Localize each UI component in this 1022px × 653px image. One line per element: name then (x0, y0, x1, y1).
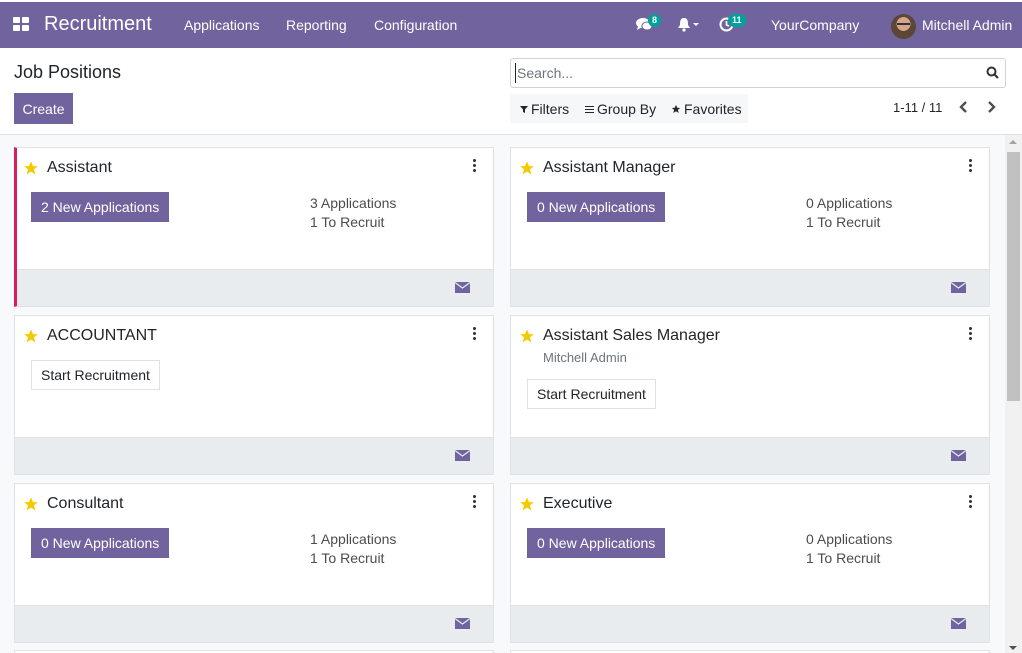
new-applications-button[interactable]: 0 New Applications (31, 528, 170, 558)
group-by-dropdown[interactable]: Group By (585, 101, 656, 117)
scroll-up-arrow-icon[interactable] (1009, 140, 1017, 144)
favorite-star-icon[interactable] (23, 496, 39, 512)
favorites-label: Favorites (684, 101, 742, 117)
job-stats: 0 Applications 1 To Recruit (806, 530, 892, 568)
favorite-star-icon[interactable] (23, 160, 39, 176)
favorites-dropdown[interactable]: Favorites (671, 101, 742, 117)
top-navbar: Recruitment Applications Reporting Confi… (0, 2, 1022, 48)
applications-count[interactable]: 3 Applications (310, 194, 396, 213)
job-card-executive[interactable]: Executive 0 New Applications 0 Applicati… (510, 483, 990, 643)
app-name[interactable]: Recruitment (44, 13, 152, 36)
envelope-icon[interactable] (455, 618, 470, 629)
messages-badge: 8 (648, 14, 662, 27)
start-recruitment-button[interactable]: Start Recruitment (527, 379, 656, 409)
pager-value[interactable]: 1-11 / 11 (893, 100, 942, 115)
envelope-icon[interactable] (951, 618, 966, 629)
new-applications-button[interactable]: 0 New Applications (527, 528, 666, 558)
filters-label: Filters (531, 101, 570, 117)
card-menu-icon[interactable] (967, 495, 973, 509)
user-menu[interactable]: Mitchell Admin (922, 17, 1012, 33)
job-card-assistant-manager[interactable]: Assistant Manager 0 New Applications 0 A… (510, 147, 990, 307)
filter-icon (520, 106, 528, 113)
job-title: Assistant (47, 159, 112, 176)
search-options-bar: Filters Group By Favorites (510, 94, 748, 123)
applications-count[interactable]: 1 Applications (310, 530, 396, 549)
card-footer (15, 437, 493, 474)
job-title: ACCOUNTANT (47, 327, 157, 344)
star-icon (671, 104, 681, 113)
start-recruitment-button[interactable]: Start Recruitment (31, 360, 160, 390)
favorite-star-icon[interactable] (23, 328, 39, 344)
favorite-star-icon[interactable] (519, 496, 535, 512)
menu-configuration[interactable]: Configuration (374, 17, 457, 33)
card-footer (511, 437, 989, 474)
bars-icon (585, 106, 594, 113)
card-menu-icon[interactable] (967, 327, 973, 341)
to-recruit-count: 1 To Recruit (310, 550, 385, 566)
new-applications-button[interactable]: 2 New Applications (31, 192, 170, 222)
card-menu-icon[interactable] (471, 495, 477, 509)
favorite-star-icon[interactable] (519, 328, 535, 344)
job-stats: 0 Applications 1 To Recruit (806, 194, 892, 232)
job-stats: 1 Applications 1 To Recruit (310, 530, 396, 568)
envelope-icon[interactable] (455, 282, 470, 293)
group-by-label: Group By (597, 101, 657, 117)
applications-count[interactable]: 0 Applications (806, 194, 892, 213)
job-title: Assistant Sales Manager (543, 327, 720, 344)
to-recruit-count: 1 To Recruit (310, 214, 385, 230)
job-card-assistant-sales-manager[interactable]: Assistant Sales Manager Mitchell Admin S… (510, 315, 990, 475)
search-input[interactable] (515, 63, 975, 83)
scrollbar-thumb[interactable] (1007, 152, 1020, 401)
card-menu-icon[interactable] (967, 159, 973, 173)
to-recruit-count: 1 To Recruit (806, 550, 881, 566)
page-title: Job Positions (14, 62, 122, 82)
job-company: Mitchell Admin (543, 350, 627, 365)
envelope-icon[interactable] (951, 450, 966, 461)
favorite-star-icon[interactable] (519, 160, 535, 176)
card-footer (15, 605, 493, 642)
scroll-down-arrow-icon[interactable] (1009, 646, 1017, 650)
job-card-consultant[interactable]: Consultant 0 New Applications 1 Applicat… (14, 483, 494, 643)
job-title: Assistant Manager (543, 159, 676, 176)
company-switcher[interactable]: YourCompany (771, 17, 859, 33)
card-footer (511, 605, 989, 642)
job-card-accountant[interactable]: ACCOUNTANT Start Recruitment (14, 315, 494, 475)
job-card-assistant[interactable]: Assistant 2 New Applications 3 Applicati… (14, 147, 494, 307)
card-menu-icon[interactable] (471, 327, 477, 341)
bell-icon[interactable] (677, 17, 699, 35)
activities-badge: 11 (728, 14, 746, 27)
user-avatar[interactable] (891, 14, 916, 39)
card-footer (17, 269, 493, 306)
chevron-right-icon[interactable] (984, 99, 998, 115)
to-recruit-count: 1 To Recruit (806, 214, 881, 230)
job-stats: 3 Applications 1 To Recruit (310, 194, 396, 232)
search-box (510, 58, 1006, 88)
menu-reporting[interactable]: Reporting (286, 17, 347, 33)
job-title: Consultant (47, 495, 124, 512)
search-icon[interactable] (986, 66, 999, 79)
menu-applications[interactable]: Applications (184, 17, 260, 33)
vertical-scrollbar[interactable] (1005, 135, 1022, 653)
job-title: Executive (543, 495, 613, 512)
card-menu-icon[interactable] (471, 159, 477, 173)
applications-count[interactable]: 0 Applications (806, 530, 892, 549)
new-applications-button[interactable]: 0 New Applications (527, 192, 666, 222)
chevron-left-icon[interactable] (957, 99, 971, 115)
apps-grid-icon[interactable] (13, 17, 29, 31)
card-footer (511, 269, 989, 306)
envelope-icon[interactable] (951, 282, 966, 293)
envelope-icon[interactable] (455, 450, 470, 461)
filters-dropdown[interactable]: Filters (520, 101, 569, 117)
create-button[interactable]: Create (14, 93, 73, 124)
